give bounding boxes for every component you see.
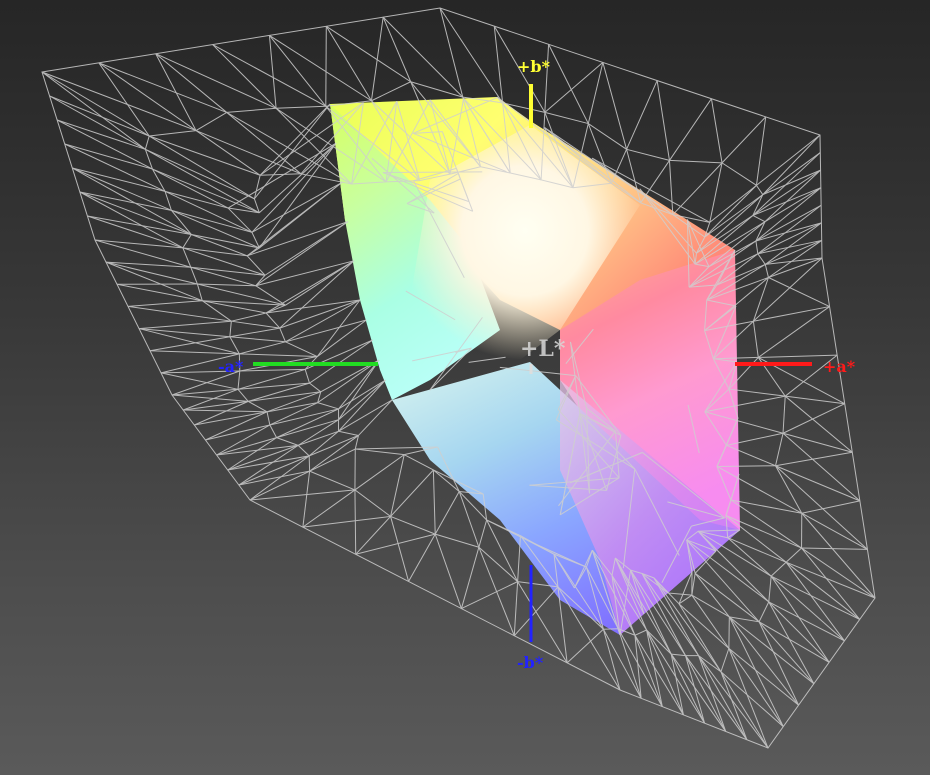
axis-label-minus-a: -a* — [218, 357, 244, 376]
axis-label-plus-b: +b* — [517, 57, 551, 76]
axis-label-plus-a: +a* — [823, 357, 856, 376]
axis-label-plus-l: +L* — [520, 336, 566, 362]
gamut-plot: +b* -b* +a* -a* +L* — [41, 7, 876, 749]
gamut-3d-viewport[interactable]: +b* -b* +a* -a* +L* — [0, 0, 930, 775]
axis-label-minus-b: -b* — [517, 653, 544, 672]
